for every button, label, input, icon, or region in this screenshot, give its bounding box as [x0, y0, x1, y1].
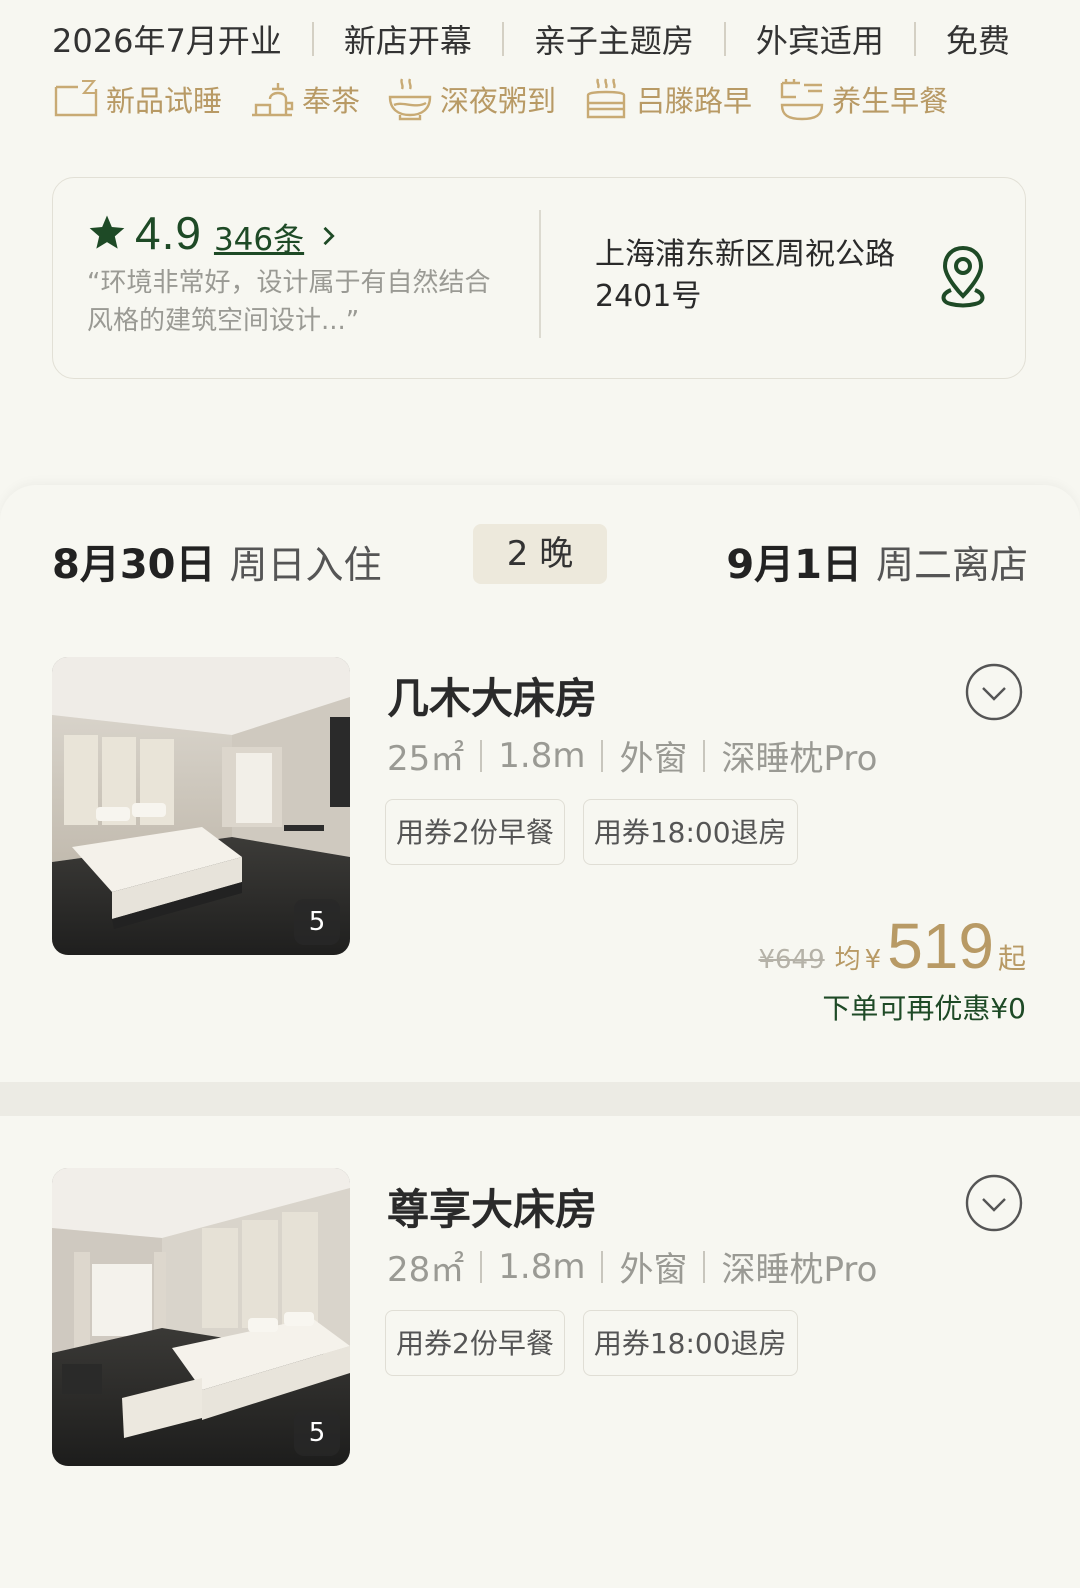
window-type: 外窗: [619, 1250, 688, 1290]
price-row: ¥649 均 ¥ 519 起: [758, 909, 1026, 983]
perk-breakfast: 用券2份早餐: [385, 799, 565, 865]
tag-family-room: 亲子主题房: [533, 22, 694, 60]
section-divider: [0, 1082, 1080, 1116]
room-name[interactable]: 几木大床房: [387, 665, 597, 726]
review-count-link[interactable]: 346条: [214, 214, 304, 259]
nights-badge: 2 晚: [473, 524, 607, 584]
photo-count-badge: 5: [294, 899, 340, 945]
tag-opening-date: 2026年7月开业: [52, 22, 282, 60]
amenity-label: 新品试睡: [106, 84, 223, 118]
room-specs: 28㎡ 1.8m 外窗 深睡枕Pro: [387, 1242, 877, 1291]
average-label: 均: [834, 945, 861, 975]
chevron-down-icon[interactable]: [965, 663, 1023, 721]
tag-foreigner-friendly: 外宾适用: [755, 22, 884, 60]
tea-icon: [252, 83, 294, 117]
spec-divider: [480, 739, 483, 772]
hotel-address[interactable]: 上海浦东新区周祝公路2401号: [595, 234, 925, 318]
perk-late-checkout: 用券18:00退房: [582, 1310, 798, 1376]
bed-width: 1.8m: [498, 1246, 586, 1287]
amenity-item: 深夜粥到: [386, 75, 556, 123]
spec-divider: [703, 1250, 706, 1283]
tag-divider: [501, 22, 504, 56]
room-card[interactable]: 5 几木大床房 25㎡ 1.8m 外窗 深睡枕Pro 用券2份早餐 用券18:0…: [0, 657, 1080, 1077]
chevron-right-icon[interactable]: [314, 222, 342, 250]
original-price: ¥649: [758, 945, 825, 975]
price-suffix: 起: [997, 942, 1026, 975]
checkout-weekday: 周二离店: [875, 543, 1028, 587]
room-name[interactable]: 尊享大床房: [387, 1176, 597, 1237]
rating-summary[interactable]: 4.9 346条: [87, 206, 342, 260]
star-icon: [89, 215, 125, 249]
tag-new-store: 新店开幕: [343, 22, 472, 60]
photo-count-badge: 5: [294, 1410, 340, 1456]
amenity-label: 深夜粥到: [440, 84, 557, 118]
review-quote[interactable]: “环境非常好，设计属于有自然结合风格的建筑空间设计...”: [87, 264, 507, 340]
stay-dates-selector[interactable]: 8月30日 周日入住 2 晚 9月1日 周二离店: [52, 522, 1028, 588]
pillow-type: 深睡枕Pro: [721, 1250, 878, 1290]
spec-divider: [601, 1250, 604, 1283]
congee-bowl-icon: [388, 78, 432, 121]
checkout-date[interactable]: 9月1日 周二离店: [726, 532, 1028, 590]
checkin-weekday: 周日入住: [229, 543, 382, 587]
room-photo[interactable]: 5: [52, 1168, 350, 1466]
chevron-down-icon[interactable]: [965, 1174, 1023, 1232]
checkout-date-value: 9月1日: [726, 542, 862, 588]
perk-tags: 用券2份早餐 用券18:00退房: [385, 799, 816, 865]
window-type: 外窗: [619, 739, 688, 779]
tag-divider: [723, 22, 726, 56]
room-area: 28㎡: [387, 1250, 465, 1290]
amenity-item: 奉茶: [248, 75, 360, 123]
perk-tags: 用券2份早餐 用券18:00退房: [385, 1310, 816, 1376]
spec-divider: [601, 739, 604, 772]
amenity-label: 养生早餐: [832, 84, 949, 118]
amenity-item: 养生早餐: [778, 75, 948, 123]
currency-symbol: ¥: [864, 945, 882, 975]
feature-tags-bar: 2026年7月开业 新店开幕 亲子主题房 外宾适用 免费: [52, 14, 1080, 64]
room-area: 25㎡: [387, 739, 465, 779]
room-photo[interactable]: 5: [52, 657, 350, 955]
perk-late-checkout: 用券18:00退房: [582, 799, 798, 865]
tag-free: 免费: [945, 22, 1010, 60]
amenity-label: 奉茶: [302, 84, 361, 118]
tag-divider: [311, 22, 314, 56]
room-card[interactable]: 5 尊享大床房 28㎡ 1.8m 外窗 深睡枕Pro 用券2份早餐 用券18:0…: [0, 1168, 1080, 1588]
tag-divider: [913, 22, 916, 56]
amenity-item: 吕滕路早: [582, 75, 752, 123]
spec-divider: [703, 739, 706, 772]
amenity-list: 新品试睡 奉茶 深夜粥到 吕滕路早 养生早餐: [52, 72, 974, 126]
map-pin-icon[interactable]: [933, 244, 993, 310]
checkin-date-value: 8月30日: [52, 542, 216, 588]
bed-width: 1.8m: [498, 735, 586, 776]
spec-divider: [480, 1250, 483, 1283]
steamer-icon: [586, 78, 626, 119]
rating-score: 4.9: [135, 207, 202, 259]
room-specs: 25㎡ 1.8m 外窗 深睡枕Pro: [387, 731, 877, 780]
price-value: 519: [887, 910, 994, 982]
discount-note: 下单可再优惠¥0: [822, 992, 1026, 1025]
hotel-info-card: 4.9 346条 “环境非常好，设计属于有自然结合风格的建筑空间设计...” 上…: [52, 177, 1026, 379]
amenity-item: 新品试睡: [52, 75, 222, 123]
amenity-label: 吕滕路早: [636, 84, 753, 118]
checkin-date[interactable]: 8月30日 周日入住: [52, 532, 382, 590]
perk-breakfast: 用券2份早餐: [385, 1310, 565, 1376]
card-divider: [539, 210, 541, 338]
pillow-type: 深睡枕Pro: [721, 739, 878, 779]
breakfast-icon: [780, 79, 824, 121]
bed-trial-icon: [54, 80, 98, 117]
